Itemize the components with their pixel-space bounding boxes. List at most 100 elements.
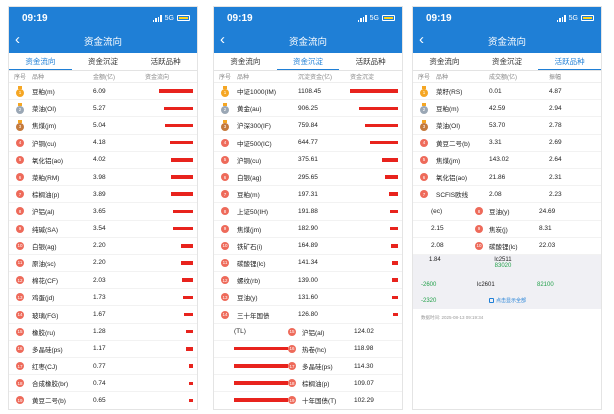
table-row[interactable]: 19 黄豆二号(b) 0.65 (9, 392, 197, 409)
rank-badge: 1 (9, 85, 31, 97)
table-row[interactable]: (ec) 8 豆油(y) 24.69 (413, 203, 601, 221)
table-row[interactable]: 12 螺纹(rb) 139.00 (214, 272, 402, 290)
bar-cell (145, 398, 197, 403)
table-row[interactable]: 16 多晶硅(ps) 1.17 (9, 341, 197, 358)
bar-cell (350, 123, 402, 128)
quote-box-row-2: -2600 lc2601 82100 (413, 276, 601, 293)
tab-active-varieties[interactable]: 活跃品种 (134, 53, 197, 70)
table-row[interactable]: 10 白银(ag) 2.20 (9, 238, 197, 255)
table-row[interactable]: 6 菜粕(RM) 3.98 (9, 169, 197, 187)
table-row[interactable]: 15 橡胶(ru) 1.28 (9, 324, 197, 341)
table-row[interactable]: 18 合成橡胶(br) 0.74 (9, 375, 197, 393)
show-all-link[interactable]: 点击显示全部 (489, 297, 526, 304)
tab-active-varieties[interactable]: 活跃品种 (339, 53, 402, 70)
table-row[interactable]: 9 焦煤(jm) 182.90 (214, 221, 402, 238)
amplitude-value: 2.31 (549, 173, 562, 181)
rank-badge: 11 (221, 258, 229, 267)
table-row[interactable]: 4 沪铜(cu) 4.18 (9, 135, 197, 152)
table-row[interactable]: 8 沪铝(al) 3.65 (9, 203, 197, 221)
table-row[interactable]: 5 焦煤(jm) 143.02 2.64 (413, 152, 601, 169)
rank-badge: 16 (288, 344, 296, 353)
variety-name: 氧化铝(ao) (32, 157, 64, 165)
tab-fund-deposit[interactable]: 资金沉淀 (476, 53, 539, 70)
tab-fund-flow[interactable]: 资金流向 (214, 53, 277, 70)
table-row[interactable]: 4 中证500(IC) 644.77 (214, 135, 402, 152)
table-row[interactable]: 6 氧化铝(ao) 21.86 2.31 (413, 169, 601, 187)
rank-badge: 11 (16, 258, 24, 267)
tab-active-varieties[interactable]: 活跃品种 (538, 53, 601, 70)
variety-value: 3.31 (489, 139, 502, 147)
table-row[interactable]: 2 菜油(OI) 5.27 (9, 100, 197, 118)
table-row[interactable]: 7 棕榈油(p) 3.89 (9, 186, 197, 204)
variety-name: 菜籽(RS) (436, 89, 463, 97)
table-row[interactable]: 14 玻璃(FG) 1.67 (9, 306, 197, 324)
bar-cell (145, 244, 197, 248)
table-row[interactable]: 19 十年国债(T) 102.29 (214, 392, 402, 409)
table-row[interactable]: 1 豆粕(m) 6.09 (9, 83, 197, 101)
table-row[interactable]: 5 氧化铝(ao) 4.02 (9, 152, 197, 169)
rank-badge: 4 (214, 138, 236, 147)
variety-value: 0.74 (93, 379, 106, 387)
table-row[interactable]: 16 热卷(hc) 118.98 (214, 341, 402, 358)
overlap-left: 2.15 (431, 225, 444, 233)
variety-name: 黄豆二号(b) (32, 398, 66, 406)
table-row[interactable]: 2 豆粕(m) 42.59 2.94 (413, 100, 601, 118)
tab-fund-flow[interactable]: 资金流向 (413, 53, 476, 70)
rank-badge: 2 (9, 102, 31, 114)
variety-name: 橡胶(ru) (32, 329, 56, 337)
flow-bar (172, 209, 193, 214)
table-row[interactable]: 3 沪深300(IF) 759.84 (214, 117, 402, 135)
table-row[interactable]: 4 黄豆二号(b) 3.31 2.69 (413, 135, 601, 152)
table-row[interactable]: 17 多晶硅(ps) 114.30 (214, 358, 402, 376)
back-icon[interactable]: ‹ (220, 31, 225, 48)
variety-name: 铁矿石(i) (237, 243, 263, 251)
table-row[interactable]: 1 中证1000(IM) 1108.45 (214, 83, 402, 101)
table-row[interactable]: 2 黄金(au) 906.25 (214, 100, 402, 118)
amplitude-value: 2.64 (549, 156, 562, 164)
variety-name: 黄豆二号(b) (436, 140, 470, 148)
table-row[interactable]: 7 SCFIS欧线 2.08 2.23 (413, 186, 601, 204)
contract-quote: 83020 (494, 262, 512, 269)
table-row[interactable]: 1 菜籽(RS) 0.01 4.87 (413, 83, 601, 101)
table-row[interactable]: 10 铁矿石(i) 164.89 (214, 238, 402, 255)
table-row[interactable]: 18 棕榈油(p) 109.07 (214, 375, 402, 393)
table-row[interactable]: 13 鸡蛋(jd) 1.73 (9, 289, 197, 307)
table-row[interactable]: 12 棉花(CF) 2.03 (9, 272, 197, 290)
variety-name: 碳酸锂(lc) (237, 260, 266, 268)
table-row[interactable]: 8 上证50(IH) 191.88 (214, 203, 402, 221)
rank-badge: 18 (288, 379, 296, 388)
table-row[interactable]: (TL) 15 沪铝(al) 124.02 (214, 324, 402, 341)
table-row[interactable]: 2.08 10 碳酸锂(lc) 22.03 (413, 238, 601, 255)
header-variety: 品种 (436, 75, 449, 81)
table-row[interactable]: 5 沪铜(cu) 375.61 (214, 152, 402, 169)
rank-badge: 8 (475, 207, 483, 216)
fund-deposit-list: 1 中证1000(IM) 1108.45 2 黄金(au) 906.25 3 沪深300(IF… (214, 83, 402, 324)
quote-box-row-1: 1.84 lc2511 83020 (413, 254, 601, 277)
table-row[interactable]: 11 碳酸锂(lc) 141.34 (214, 255, 402, 273)
table-row[interactable]: 3 菜油(OI) 53.70 2.78 (413, 117, 601, 135)
flow-bar (180, 261, 193, 265)
table-row[interactable]: 13 豆油(y) 131.60 (214, 289, 402, 307)
table-row[interactable]: 2.15 9 焦炭(j) 8.31 (413, 221, 601, 238)
tab-fund-deposit[interactable]: 资金沉淀 (72, 53, 135, 70)
table-row[interactable]: 17 红枣(CJ) 0.77 (9, 358, 197, 376)
table-row[interactable]: 14 三十年国债 126.80 (214, 306, 402, 324)
back-icon[interactable]: ‹ (419, 31, 424, 48)
rank-badge: 2 (413, 102, 435, 114)
flow-bar (169, 140, 193, 145)
back-icon[interactable]: ‹ (15, 31, 20, 48)
table-row[interactable]: 9 纯碱(SA) 3.54 (9, 221, 197, 238)
table-row[interactable]: 6 白银(ag) 295.65 (214, 169, 402, 187)
contract-code[interactable]: lc2601 (477, 282, 537, 288)
table-row[interactable]: 11 原油(sc) 2.20 (9, 255, 197, 273)
table-row[interactable]: 7 豆粕(m) 197.31 (214, 186, 402, 204)
flow-bar (370, 140, 398, 145)
rank-badge: 3 (9, 119, 31, 131)
tab-fund-flow[interactable]: 资金流向 (9, 53, 72, 70)
rank-badge: 3 (413, 119, 435, 131)
flow-bar (188, 364, 193, 368)
bar-cell (350, 295, 402, 300)
tab-fund-deposit[interactable]: 资金沉淀 (276, 53, 340, 70)
table-row[interactable]: 3 焦煤(jm) 5.04 (9, 117, 197, 135)
quote-contract[interactable]: lc2511 83020 (483, 257, 523, 269)
